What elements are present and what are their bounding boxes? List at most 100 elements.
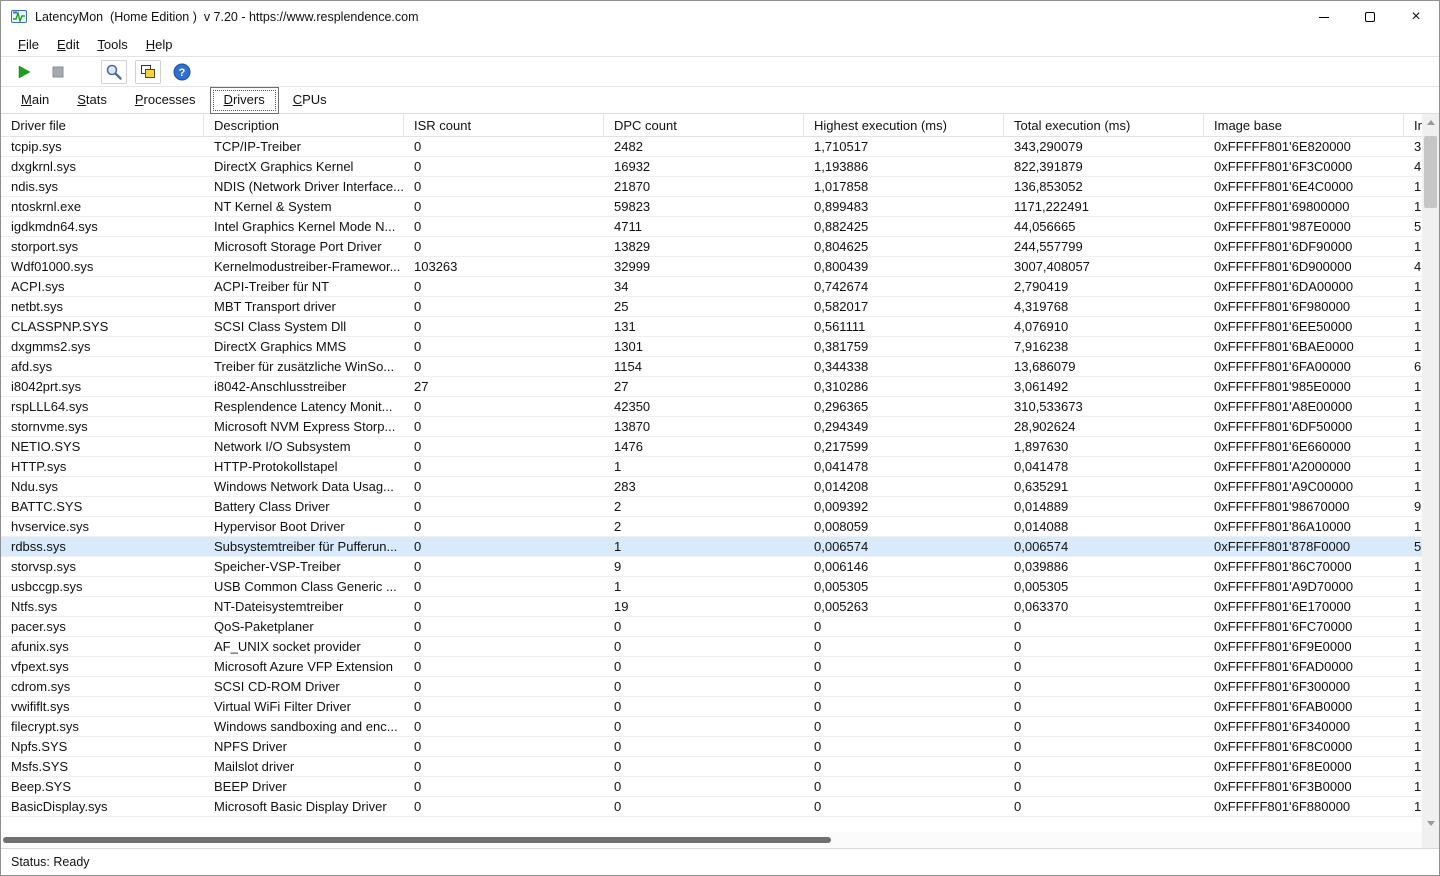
table-row[interactable]: hvservice.sys Hypervisor Boot Driver 0 2 0,0… bbox=[1, 517, 1422, 537]
table-row[interactable]: vfpext.sys Microsoft Azure VFP Extension 0… bbox=[1, 657, 1422, 677]
scroll-down-arrow-icon[interactable] bbox=[1422, 815, 1439, 832]
table-cell: 0 bbox=[814, 619, 822, 634]
column-header[interactable]: Highest execution (ms) bbox=[804, 114, 1004, 136]
tab-drivers[interactable]: Drivers bbox=[209, 87, 279, 114]
table-cell: 1 bbox=[1414, 179, 1422, 194]
table-cell: filecrypt.sys bbox=[11, 719, 79, 734]
app-icon bbox=[11, 10, 27, 24]
table-cell: MBT Transport driver bbox=[214, 299, 336, 314]
table-cell: 1 bbox=[1414, 299, 1422, 314]
table-row[interactable]: i8042prt.sys i8042-Anschlusstreiber 27 27 0,… bbox=[1, 377, 1422, 397]
start-monitor-button[interactable] bbox=[11, 60, 37, 84]
table-cell: 0xFFFFF801'6BAE0000 bbox=[1214, 339, 1354, 354]
table-cell: 0,063370 bbox=[1014, 599, 1069, 614]
table-row[interactable]: dxgmms2.sys DirectX Graphics MMS 0 1301 0,38… bbox=[1, 337, 1422, 357]
table-cell: 9 bbox=[1414, 499, 1422, 514]
table-cell: 1 bbox=[1414, 379, 1422, 394]
table-cell: 34 bbox=[614, 279, 629, 294]
table-cell: 0 bbox=[814, 719, 822, 734]
column-header[interactable]: Image size bbox=[1404, 114, 1422, 136]
table-cell: 283 bbox=[614, 479, 636, 494]
tab-processes[interactable]: Processes bbox=[121, 87, 210, 113]
table-row[interactable]: rdbss.sys Subsystemtreiber für Pufferun..… bbox=[1, 537, 1422, 557]
tab-cpus[interactable]: CPUs bbox=[279, 87, 341, 113]
table-cell: NT-Dateisystemtreiber bbox=[214, 599, 344, 614]
table-cell: 0 bbox=[614, 639, 622, 654]
table-row[interactable]: cdrom.sys SCSI CD-ROM Driver 0 0 0 0 0xFFFFF80… bbox=[1, 677, 1422, 697]
table-row[interactable]: ntoskrnl.exe NT Kernel & System 0 59823 0,89… bbox=[1, 197, 1422, 217]
menu-file[interactable]: File bbox=[9, 35, 48, 54]
table-row[interactable]: rspLLL64.sys Resplendence Latency Monit..… bbox=[1, 397, 1422, 417]
table-row[interactable]: afd.sys Treiber für zusätzliche WinSo... 0… bbox=[1, 357, 1422, 377]
minimize-button[interactable] bbox=[1301, 1, 1347, 33]
table-cell: 1 bbox=[614, 459, 622, 474]
column-header[interactable]: DPC count bbox=[604, 114, 804, 136]
table-row[interactable]: afunix.sys AF_UNIX socket provider 0 0 0 0 0xF… bbox=[1, 637, 1422, 657]
table-cell: 0 bbox=[1014, 619, 1022, 634]
column-header[interactable]: Driver file bbox=[1, 114, 204, 136]
table-row[interactable]: igdkmdn64.sys Intel Graphics Kernel Mode … bbox=[1, 217, 1422, 237]
table-cell: 0 bbox=[614, 679, 622, 694]
menu-tools[interactable]: Tools bbox=[88, 35, 136, 54]
table-cell: 0xFFFFF801'6F3C0000 bbox=[1214, 159, 1353, 174]
horizontal-scrollbar-thumb[interactable] bbox=[3, 837, 831, 843]
drivers-table-area: Driver file Description ISR count DPC count… bbox=[1, 114, 1439, 848]
close-button[interactable]: × bbox=[1393, 1, 1439, 33]
table-row[interactable]: HTTP.sys HTTP-Protokollstapel 0 1 0,041478 0,… bbox=[1, 457, 1422, 477]
table-row[interactable]: BasicDisplay.sys Microsoft Basic Display … bbox=[1, 797, 1422, 817]
help-button[interactable]: ? bbox=[169, 60, 195, 84]
tab-stats[interactable]: Stats bbox=[63, 87, 121, 113]
table-cell: 0xFFFFF801'878F0000 bbox=[1214, 539, 1351, 554]
scroll-up-arrow-icon[interactable] bbox=[1422, 114, 1439, 131]
table-row[interactable]: Msfs.SYS Mailslot driver 0 0 0 0 0xFFFFF801'6F… bbox=[1, 757, 1422, 777]
table-cell: rspLLL64.sys bbox=[11, 399, 89, 414]
table-row[interactable]: tcpip.sys TCP/IP-Treiber 0 2482 1,710517 343,… bbox=[1, 137, 1422, 157]
horizontal-scrollbar[interactable] bbox=[1, 832, 1422, 848]
table-row[interactable]: storport.sys Microsoft Storage Port Drive… bbox=[1, 237, 1422, 257]
column-header[interactable]: ISR count bbox=[404, 114, 604, 136]
table-row[interactable]: NETIO.SYS Network I/O Subsystem 0 1476 0,217… bbox=[1, 437, 1422, 457]
table-row[interactable]: netbt.sys MBT Transport driver 0 25 0,582017… bbox=[1, 297, 1422, 317]
table-cell: 32999 bbox=[614, 259, 651, 274]
menu-help[interactable]: Help bbox=[137, 35, 182, 54]
column-header[interactable]: Total execution (ms) bbox=[1004, 114, 1204, 136]
table-cell: 0,899483 bbox=[814, 199, 869, 214]
table-cell: 0,039886 bbox=[1014, 559, 1069, 574]
vertical-scrollbar[interactable] bbox=[1422, 114, 1439, 832]
stop-monitor-button[interactable] bbox=[45, 60, 71, 84]
table-row[interactable]: Beep.SYS BEEP Driver 0 0 0 0 0xFFFFF801'6F3B00… bbox=[1, 777, 1422, 797]
table-row[interactable]: filecrypt.sys Windows sandboxing and enc.… bbox=[1, 717, 1422, 737]
column-header[interactable]: Description bbox=[204, 114, 404, 136]
menu-edit[interactable]: Edit bbox=[48, 35, 88, 54]
table-row[interactable]: storvsp.sys Speicher-VSP-Treiber 0 9 0,00614… bbox=[1, 557, 1422, 577]
report-button[interactable] bbox=[135, 59, 161, 84]
table-cell: 0 bbox=[414, 479, 422, 494]
table-cell: 1 bbox=[1414, 679, 1422, 694]
table-row[interactable]: ACPI.sys ACPI-Treiber für NT 0 34 0,742674 2,… bbox=[1, 277, 1422, 297]
table-row[interactable]: dxgkrnl.sys DirectX Graphics Kernel 0 16932… bbox=[1, 157, 1422, 177]
table-row[interactable]: CLASSPNP.SYS SCSI Class System Dll 0 131 0,5… bbox=[1, 317, 1422, 337]
table-row[interactable]: vwififlt.sys Virtual WiFi Filter Driver 0 0… bbox=[1, 697, 1422, 717]
table-row[interactable]: Ndu.sys Windows Network Data Usag... 0 283 0… bbox=[1, 477, 1422, 497]
table-row[interactable]: stornvme.sys Microsoft NVM Express Storp.… bbox=[1, 417, 1422, 437]
table-row[interactable]: usbccgp.sys USB Common Class Generic ... 0… bbox=[1, 577, 1422, 597]
vertical-scrollbar-thumb[interactable] bbox=[1424, 136, 1437, 208]
table-row[interactable]: Npfs.SYS NPFS Driver 0 0 0 0 0xFFFFF801'6F8C00… bbox=[1, 737, 1422, 757]
column-header[interactable]: Image base bbox=[1204, 114, 1404, 136]
table-row[interactable]: Ntfs.sys NT-Dateisystemtreiber 0 19 0,005263… bbox=[1, 597, 1422, 617]
table-cell: 1 bbox=[1414, 399, 1422, 414]
table-cell: 131 bbox=[614, 319, 636, 334]
table-cell: 0,006146 bbox=[814, 559, 869, 574]
table-row[interactable]: ndis.sys NDIS (Network Driver Interface..… bbox=[1, 177, 1422, 197]
table-cell: 0,014208 bbox=[814, 479, 869, 494]
maximize-button[interactable] bbox=[1347, 1, 1393, 33]
table-row[interactable]: pacer.sys QoS-Paketplaner 0 0 0 0 0xFFFFF801'6… bbox=[1, 617, 1422, 637]
tab-main[interactable]: Main bbox=[7, 87, 63, 113]
table-cell: 1 bbox=[1414, 479, 1422, 494]
table-row[interactable]: Wdf01000.sys Kernelmodustreiber-Framewor.… bbox=[1, 257, 1422, 277]
table-row[interactable]: BATTC.SYS Battery Class Driver 0 2 0,009392 0… bbox=[1, 497, 1422, 517]
table-cell: Network I/O Subsystem bbox=[214, 439, 351, 454]
table-cell: 1 bbox=[1414, 239, 1422, 254]
table-cell: 0 bbox=[814, 639, 822, 654]
options-button[interactable] bbox=[101, 59, 127, 84]
